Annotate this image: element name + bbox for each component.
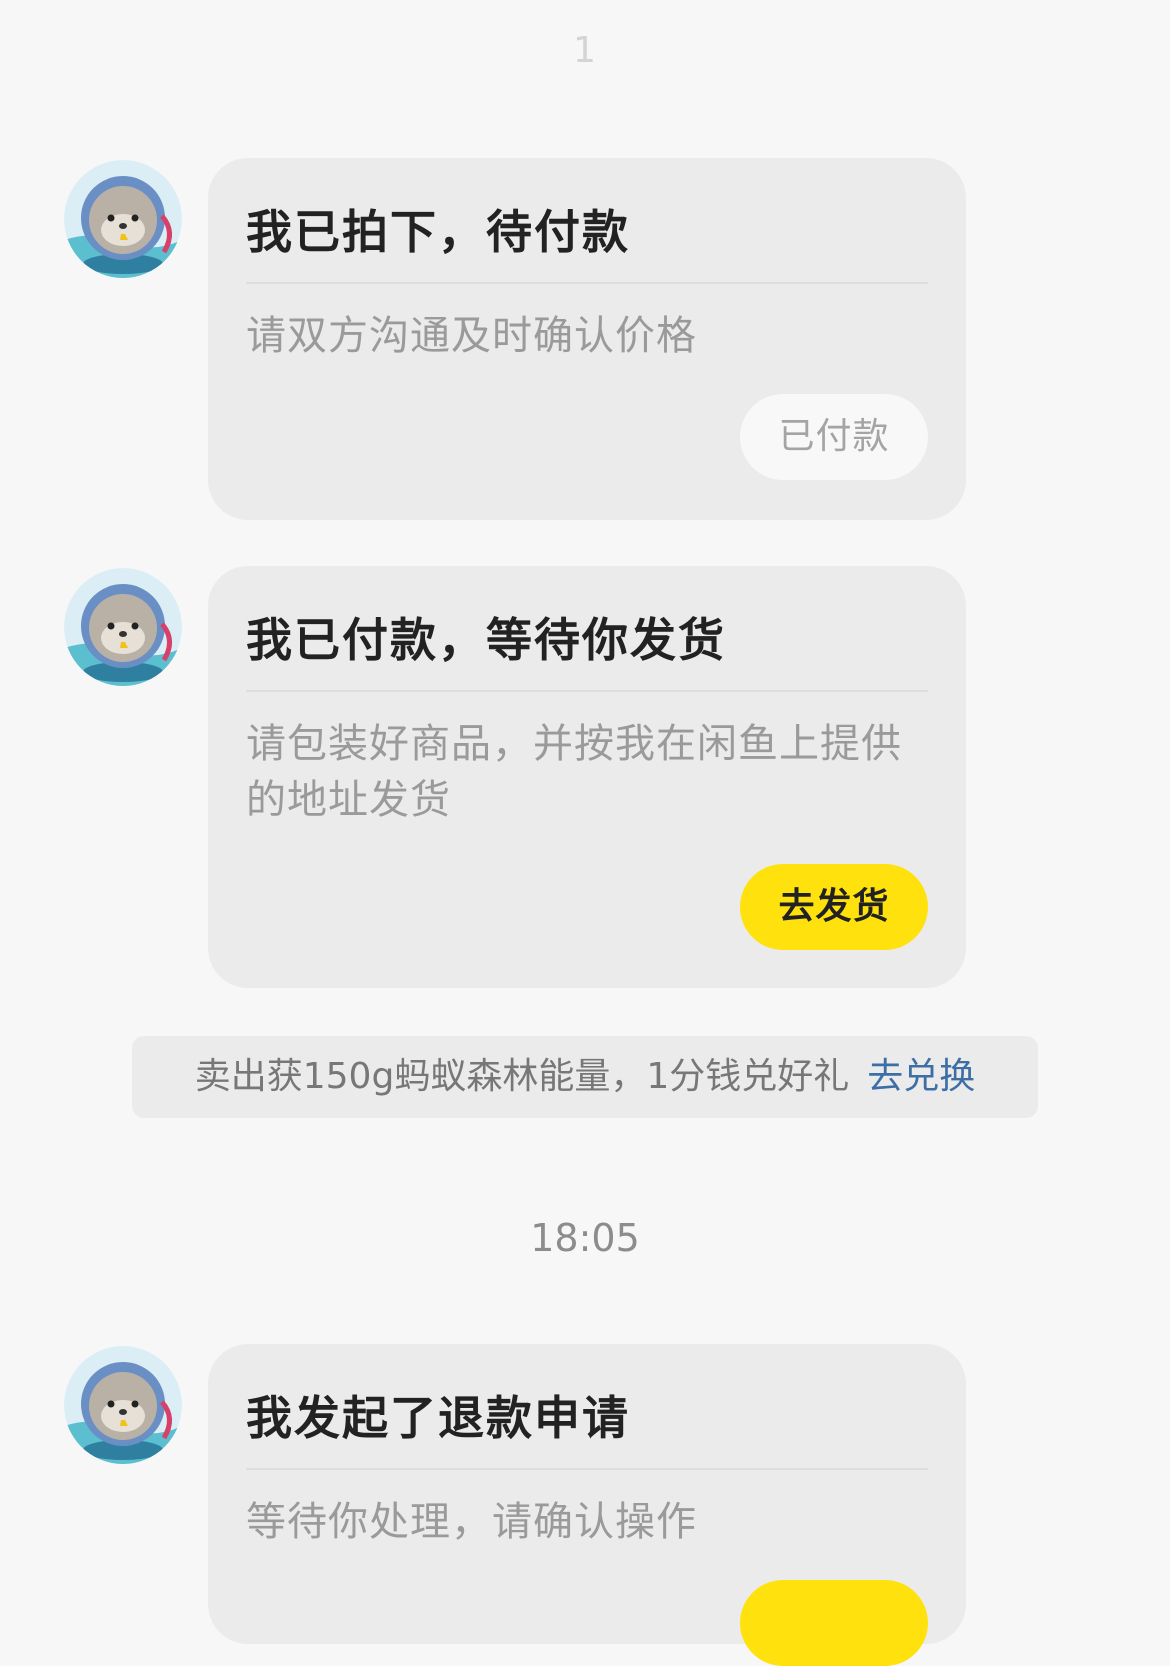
paid-button[interactable]: 已付款 bbox=[740, 394, 928, 480]
message-body: 请包装好商品，并按我在闲鱼上提供的地址发货 bbox=[246, 721, 902, 823]
message-body: 请双方沟通及时确认价格 bbox=[246, 313, 697, 359]
message-body: 等待你处理，请确认操作 bbox=[246, 1499, 697, 1545]
message-card: 我发起了退款申请 等待你处理，请确认操作 bbox=[208, 1344, 966, 1666]
seal-avatar-icon bbox=[64, 568, 182, 686]
action-button[interactable] bbox=[740, 1580, 928, 1666]
sender-avatar[interactable] bbox=[64, 568, 182, 686]
timestamp-top: 1 bbox=[573, 30, 597, 71]
divider bbox=[246, 1468, 928, 1470]
promo-notice: 卖出获150g蚂蚁森林能量，1分钱兑好礼 去兑换 bbox=[132, 1036, 1038, 1118]
sender-avatar[interactable] bbox=[64, 1346, 182, 1464]
divider bbox=[246, 282, 928, 284]
seal-avatar-icon bbox=[64, 1346, 182, 1464]
message-card: 我已拍下，待付款 请双方沟通及时确认价格 已付款 bbox=[208, 158, 966, 520]
time-separator: 18:05 bbox=[530, 1216, 640, 1260]
ship-button[interactable]: 去发货 bbox=[740, 864, 928, 950]
message-title: 我已付款，等待你发货 bbox=[246, 613, 726, 667]
promo-text: 卖出获150g蚂蚁森林能量，1分钱兑好礼 bbox=[194, 1056, 850, 1097]
sender-avatar[interactable] bbox=[64, 160, 182, 278]
message-card: 我已付款，等待你发货 请包装好商品，并按我在闲鱼上提供的地址发货 去发货 bbox=[208, 566, 966, 988]
message-title: 我发起了退款申请 bbox=[246, 1391, 630, 1445]
divider bbox=[246, 690, 928, 692]
redeem-link[interactable]: 去兑换 bbox=[867, 1056, 975, 1097]
seal-avatar-icon bbox=[64, 160, 182, 278]
message-title: 我已拍下，待付款 bbox=[246, 205, 630, 259]
